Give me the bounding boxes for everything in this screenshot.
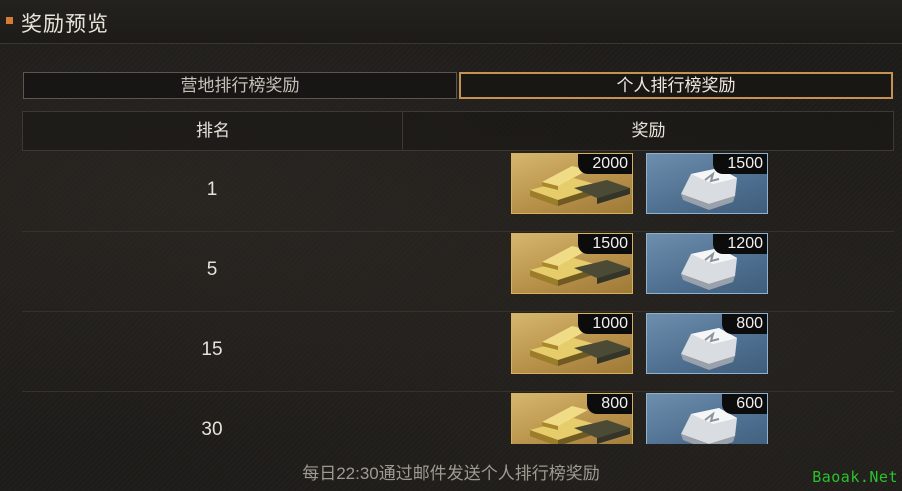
column-divider [402,112,403,150]
rank-value: 5 [206,259,218,280]
table-header: 排名 奖励 [22,111,894,151]
reward-count: 600 [722,394,767,414]
reward-count: 800 [722,314,767,334]
reward-count: 2000 [578,154,632,174]
reward-item-silver[interactable]: 1200 [646,233,768,294]
table-row: 15 1000 800 [22,311,894,392]
reward-item-silver[interactable]: 800 [646,313,768,374]
watermark: Baoak.Net [812,468,898,486]
tab-camp-ranking-rewards[interactable]: 营地排行榜奖励 [23,72,457,99]
rank-value: 15 [201,339,223,360]
reward-count: 1200 [713,234,767,254]
reward-item-gold[interactable]: 800 [511,393,633,444]
reward-item-gold[interactable]: 1000 [511,313,633,374]
reward-count: 1000 [578,314,632,334]
reward-item-gold[interactable]: 1500 [511,233,633,294]
reward-count: 1500 [578,234,632,254]
reward-item-silver[interactable]: 1500 [646,153,768,214]
panel-header: 奖励预览 [0,0,902,44]
rank-value: 30 [201,419,223,440]
footer-note: 每日22:30通过邮件发送个人排行榜奖励 [302,464,600,483]
table-row: 30 800 600 [22,391,894,444]
rank-value: 1 [206,179,218,200]
reward-count: 1500 [713,154,767,174]
tab-personal-ranking-rewards[interactable]: 个人排行榜奖励 [459,72,893,99]
column-header-rank: 排名 [196,121,230,140]
reward-item-gold[interactable]: 2000 [511,153,633,214]
title-bullet-icon [6,17,13,24]
reward-count: 800 [587,394,632,414]
reward-item-silver[interactable]: 600 [646,393,768,444]
column-header-rewards: 奖励 [631,121,666,140]
table-row: 1 2000 1500 [22,151,894,232]
table-row: 5 1500 1200 [22,231,894,312]
page-title: 奖励预览 [21,13,109,36]
